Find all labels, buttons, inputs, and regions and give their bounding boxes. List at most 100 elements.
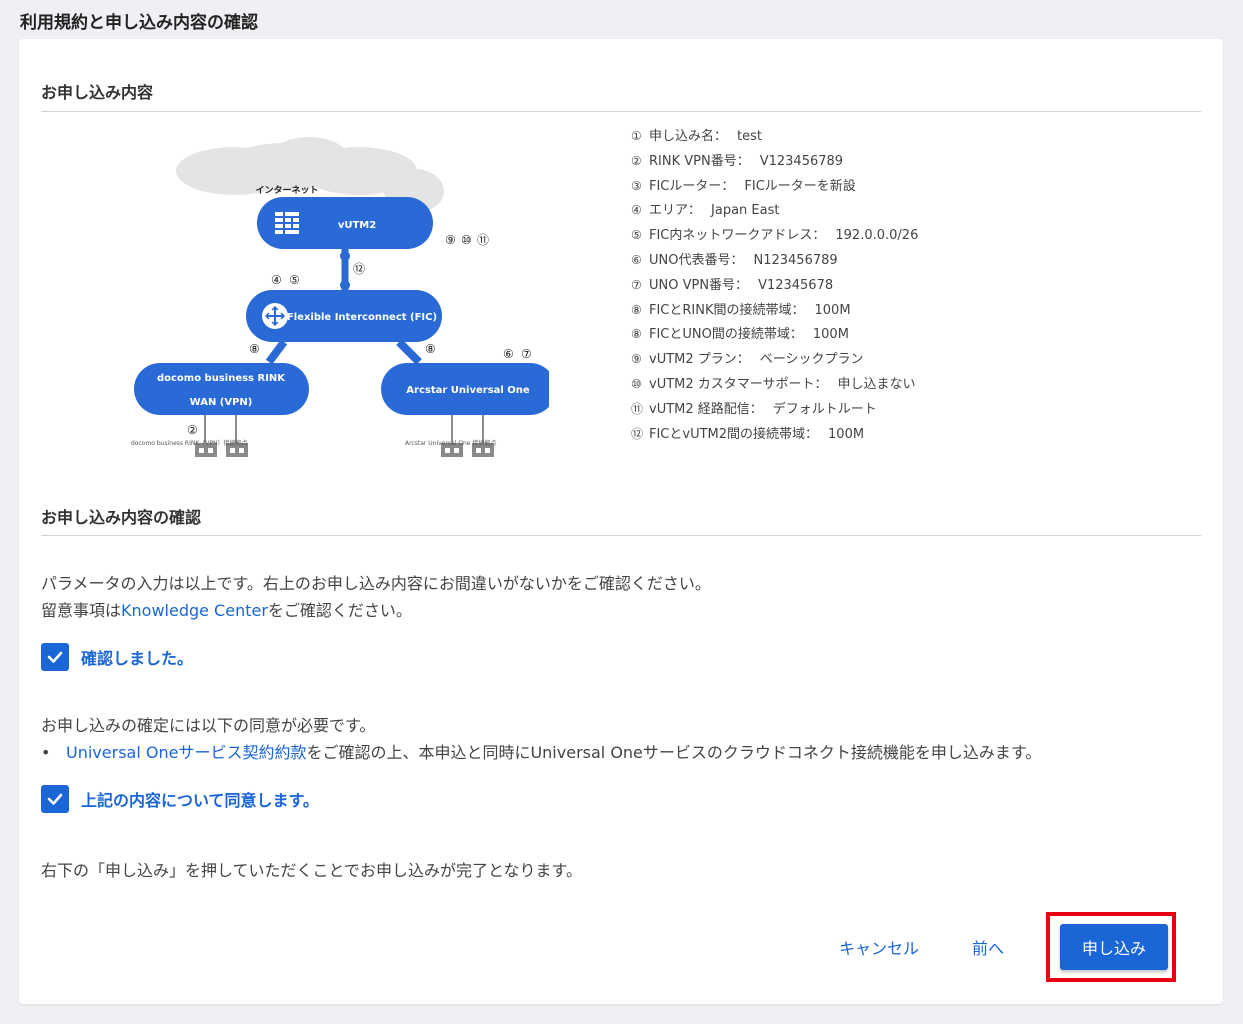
rink-label-1: docomo business RINK bbox=[157, 373, 286, 384]
marker-vutm-10: ⑩ bbox=[461, 233, 472, 247]
cancel-button[interactable]: キャンセル bbox=[839, 935, 919, 959]
main-card: お申し込み内容 インターネット vUTM2 ⑨ ⑩ ⑪ ⑫ ④ ⑤ Flexib… bbox=[19, 39, 1223, 1004]
detail-number: ③ bbox=[631, 178, 642, 193]
back-button[interactable]: 前へ bbox=[972, 935, 1004, 959]
marker-uno-7: ⑦ bbox=[521, 347, 532, 361]
confirm-section-title: お申し込み内容の確認 bbox=[41, 508, 202, 527]
detail-label: vUTM2 経路配信： bbox=[649, 401, 763, 417]
knowledge-center-link[interactable]: Knowledge Center bbox=[121, 601, 268, 620]
universal-one-terms-link[interactable]: Universal Oneサービス契約約款 bbox=[66, 743, 306, 762]
agree-checkbox-row[interactable]: 上記の内容について同意します。 bbox=[41, 785, 319, 813]
confirm-divider bbox=[41, 535, 1201, 536]
detail-label: FICとRINK間の接続帯域： bbox=[649, 302, 805, 318]
detail-value: 192.0.0.0/26 bbox=[835, 228, 919, 244]
detail-label: FICルーター： bbox=[649, 178, 735, 194]
detail-number: ⑫ bbox=[631, 426, 644, 441]
detail-value: V123456789 bbox=[759, 153, 844, 169]
detail-number: ⑧ bbox=[631, 302, 642, 317]
detail-value: Japan East bbox=[711, 203, 780, 219]
agree-checkbox-label[interactable]: 上記の内容について同意します。 bbox=[81, 787, 319, 811]
summary-detail-item: ⑧ FICとRINK間の接続帯域： 100M bbox=[631, 299, 918, 324]
internet-label: インターネット bbox=[255, 184, 318, 196]
detail-label: vUTM2 プラン： bbox=[649, 352, 750, 368]
summary-detail-item: ⑩ vUTM2 カスタマーサポート： 申し込まない bbox=[631, 373, 918, 398]
summary-detail-item: ⑫ FICとvUTM2間の接続帯域： 100M bbox=[631, 423, 918, 448]
detail-value: N123456789 bbox=[753, 252, 838, 268]
detail-number: ⑩ bbox=[631, 376, 642, 391]
fic-label: Flexible Interconnect (FIC) bbox=[287, 312, 437, 323]
detail-label: RINK VPN番号： bbox=[649, 153, 750, 169]
detail-value: 100M bbox=[812, 327, 849, 343]
detail-label: 申し込み名： bbox=[649, 129, 728, 144]
detail-number: ① bbox=[631, 129, 642, 143]
summary-detail-item: ⑧ FICとUNO間の接続帯域： 100M bbox=[631, 323, 918, 348]
detail-label: FICとUNO間の接続帯域： bbox=[649, 327, 803, 343]
summary-divider bbox=[41, 111, 1201, 112]
uno-site-caption: Arcstar Universal One 接続拠点 bbox=[405, 440, 497, 447]
confirm-text-1: パラメータの入力は以上です。右上のお申し込み内容にお間違いがないかをご確認くださ… bbox=[41, 574, 711, 593]
detail-number: ② bbox=[631, 153, 642, 168]
detail-label: UNO VPN番号： bbox=[649, 277, 749, 293]
rink-label-2: WAN (VPN) bbox=[190, 397, 253, 408]
detail-value: デフォルトルート bbox=[772, 401, 877, 417]
detail-value: V12345678 bbox=[758, 277, 834, 293]
link-fic-uno bbox=[396, 339, 422, 365]
bullet-dot: • bbox=[41, 743, 51, 762]
confirm-checkbox[interactable] bbox=[41, 643, 69, 671]
summary-detail-item: ⑪ vUTM2 経路配信： デフォルトルート bbox=[631, 398, 918, 423]
summary-detail-item: ② RINK VPN番号： V123456789 bbox=[631, 150, 918, 175]
detail-number: ⑪ bbox=[631, 401, 644, 416]
summary-detail-item: ④ エリア： Japan East bbox=[631, 199, 918, 224]
detail-number: ⑥ bbox=[631, 252, 642, 267]
detail-number: ⑧ bbox=[631, 327, 642, 342]
check-icon bbox=[47, 793, 63, 805]
summary-detail-item: ③ FICルーター： FICルーターを新設 bbox=[631, 175, 918, 200]
detail-number: ⑨ bbox=[631, 352, 642, 367]
marker-link-12: ⑫ bbox=[353, 262, 365, 276]
agree-checkbox[interactable] bbox=[41, 785, 69, 813]
marker-vutm-11: ⑪ bbox=[477, 233, 489, 247]
detail-value: 100M bbox=[814, 302, 851, 318]
confirm-text-2-prefix: 留意事項は bbox=[41, 601, 122, 620]
final-note-text: 右下の「申し込み」を押していただくことでお申し込みが完了となります。 bbox=[41, 861, 582, 880]
detail-label: FIC内ネットワークアドレス： bbox=[649, 228, 826, 244]
detail-value: 申し込まない bbox=[837, 376, 916, 392]
summary-detail-item: ⑤ FIC内ネットワークアドレス： 192.0.0.0/26 bbox=[631, 224, 918, 249]
confirm-checkbox-row[interactable]: 確認しました。 bbox=[41, 643, 193, 671]
marker-uno-6: ⑥ bbox=[503, 347, 514, 361]
summary-section-title: お申し込み内容 bbox=[41, 83, 154, 102]
summary-detail-item: ① 申し込み名： test bbox=[631, 125, 918, 150]
detail-value: 100M bbox=[828, 426, 865, 442]
detail-number: ⑦ bbox=[631, 277, 642, 292]
confirm-text-2-suffix: をご確認ください。 bbox=[267, 601, 412, 620]
consent-intro-text: お申し込みの確定には以下の同意が必要です。 bbox=[41, 716, 376, 735]
marker-fic-4: ④ bbox=[271, 273, 282, 287]
consent-bullet: • Universal Oneサービス契約約款をご確認の上、本申込と同時にUniv… bbox=[41, 739, 1041, 763]
detail-number: ④ bbox=[631, 203, 642, 218]
check-icon bbox=[47, 651, 63, 663]
detail-label: vUTM2 カスタマーサポート： bbox=[649, 376, 828, 392]
detail-value: ベーシックプラン bbox=[759, 352, 864, 368]
network-diagram: インターネット vUTM2 ⑨ ⑩ ⑪ ⑫ ④ ⑤ Flexible Inter… bbox=[134, 137, 549, 457]
summary-detail-item: ⑥ UNO代表番号： N123456789 bbox=[631, 249, 918, 274]
detail-label: FICとvUTM2間の接続帯域： bbox=[649, 426, 819, 442]
detail-value: FICルーターを新設 bbox=[744, 178, 856, 194]
marker-vutm-9: ⑨ bbox=[445, 233, 456, 247]
uno-label: Arcstar Universal One bbox=[406, 385, 530, 396]
detail-number: ⑤ bbox=[631, 228, 642, 243]
confirm-text-2: 留意事項はKnowledge Centerをご確認ください。 bbox=[41, 597, 412, 621]
marker-uno-link-8: ⑧ bbox=[425, 342, 436, 356]
detail-label: UNO代表番号： bbox=[649, 252, 744, 268]
page-title: 利用規約と申し込み内容の確認 bbox=[20, 13, 258, 33]
detail-label: エリア： bbox=[649, 203, 702, 219]
rink-site-caption: docomo business RINK（VPN）接続拠点 bbox=[131, 440, 248, 447]
summary-detail-list: ① 申し込み名： test ② RINK VPN番号： V123456789 ③ FICルータ… bbox=[631, 125, 918, 447]
vutm-label: vUTM2 bbox=[338, 220, 376, 231]
marker-fic-5: ⑤ bbox=[289, 273, 300, 287]
link-fic-rink bbox=[265, 339, 288, 365]
confirm-checkbox-label[interactable]: 確認しました。 bbox=[81, 645, 193, 669]
marker-rink-site-2: ② bbox=[187, 423, 198, 437]
router-icon bbox=[262, 303, 288, 329]
summary-detail-item: ⑦ UNO VPN番号： V12345678 bbox=[631, 274, 918, 299]
submit-button[interactable]: 申し込み bbox=[1060, 924, 1168, 970]
